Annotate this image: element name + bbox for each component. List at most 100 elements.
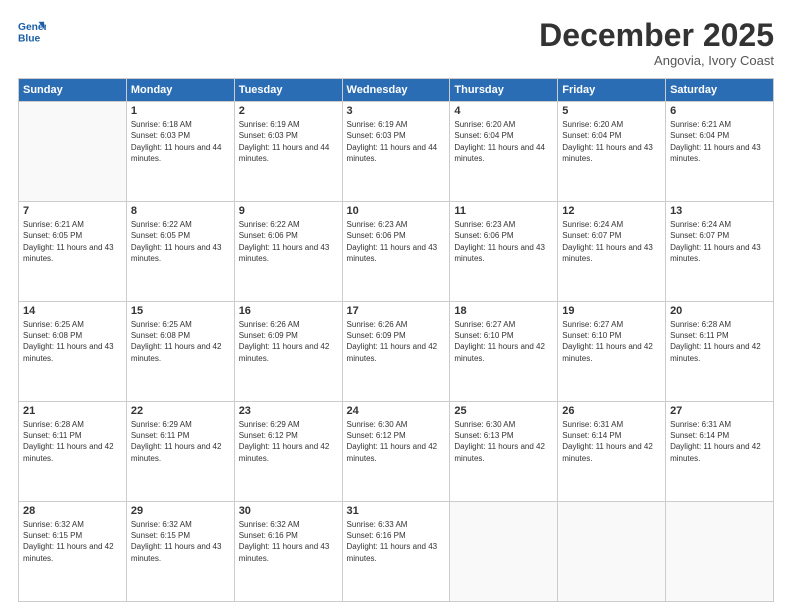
day-cell	[19, 102, 127, 202]
day-cell: 19 Sunrise: 6:27 AMSunset: 6:10 PMDayligh…	[558, 302, 666, 402]
week-row-4: 21 Sunrise: 6:28 AMSunset: 6:11 PMDayligh…	[19, 402, 774, 502]
day-cell: 28 Sunrise: 6:32 AMSunset: 6:15 PMDayligh…	[19, 502, 127, 602]
day-number: 19	[562, 305, 661, 317]
week-row-5: 28 Sunrise: 6:32 AMSunset: 6:15 PMDayligh…	[19, 502, 774, 602]
day-number: 8	[131, 205, 230, 217]
day-number: 27	[670, 405, 769, 417]
day-cell: 5 Sunrise: 6:20 AMSunset: 6:04 PMDaylight…	[558, 102, 666, 202]
day-info: Sunrise: 6:21 AMSunset: 6:04 PMDaylight:…	[670, 119, 769, 164]
week-row-1: 1 Sunrise: 6:18 AMSunset: 6:03 PMDaylight…	[19, 102, 774, 202]
day-info: Sunrise: 6:23 AMSunset: 6:06 PMDaylight:…	[347, 219, 446, 264]
day-info: Sunrise: 6:23 AMSunset: 6:06 PMDaylight:…	[454, 219, 553, 264]
day-cell: 29Sunrise: 6:32 AMSunset: 6:15 PMDayligh…	[126, 502, 234, 602]
month-title: December 2025	[539, 18, 774, 53]
day-info: Sunrise: 6:32 AMSunset: 6:16 PMDaylight:…	[239, 519, 338, 564]
day-number: 6	[670, 105, 769, 117]
day-info: Sunrise: 6:22 AMSunset: 6:06 PMDaylight:…	[239, 219, 338, 264]
day-info: Sunrise: 6:25 AMSunset: 6:08 PMDaylight:…	[131, 319, 230, 364]
day-cell: 16 Sunrise: 6:26 AMSunset: 6:09 PMDayligh…	[234, 302, 342, 402]
day-number: 17	[347, 305, 446, 317]
day-number: 9	[239, 205, 338, 217]
day-info: Sunrise: 6:30 AMSunset: 6:13 PMDaylight:…	[454, 419, 553, 464]
day-info: Sunrise: 6:18 AMSunset: 6:03 PMDaylight:…	[131, 119, 230, 164]
day-cell: 11 Sunrise: 6:23 AMSunset: 6:06 PMDayligh…	[450, 202, 558, 302]
day-info: Sunrise: 6:25 AMSunset: 6:08 PMDaylight:…	[23, 319, 122, 364]
day-info: Sunrise: 6:20 AMSunset: 6:04 PMDaylight:…	[562, 119, 661, 164]
day-number: 14	[23, 305, 122, 317]
day-info: Sunrise: 6:22 AMSunset: 6:05 PMDaylight:…	[131, 219, 230, 264]
day-info: Sunrise: 6:32 AMSunset: 6:15 PMDaylight:…	[23, 519, 122, 564]
weekday-header-row: SundayMondayTuesdayWednesdayThursdayFrid…	[19, 79, 774, 102]
day-number: 20	[670, 305, 769, 317]
day-info: Sunrise: 6:33 AMSunset: 6:16 PMDaylight:…	[347, 519, 446, 564]
weekday-header-wednesday: Wednesday	[342, 79, 450, 102]
day-info: Sunrise: 6:20 AMSunset: 6:04 PMDaylight:…	[454, 119, 553, 164]
day-number: 5	[562, 105, 661, 117]
day-number: 22	[131, 405, 230, 417]
logo: General Blue	[18, 18, 46, 46]
header: General Blue December 2025 Angovia, Ivor…	[18, 18, 774, 68]
day-info: Sunrise: 6:28 AMSunset: 6:11 PMDaylight:…	[670, 319, 769, 364]
day-cell: 10 Sunrise: 6:23 AMSunset: 6:06 PMDayligh…	[342, 202, 450, 302]
day-cell	[666, 502, 774, 602]
day-number: 21	[23, 405, 122, 417]
day-cell: 14 Sunrise: 6:25 AMSunset: 6:08 PMDayligh…	[19, 302, 127, 402]
week-row-3: 14 Sunrise: 6:25 AMSunset: 6:08 PMDayligh…	[19, 302, 774, 402]
day-cell	[558, 502, 666, 602]
day-cell: 26 Sunrise: 6:31 AMSunset: 6:14 PMDayligh…	[558, 402, 666, 502]
day-info: Sunrise: 6:27 AMSunset: 6:10 PMDaylight:…	[562, 319, 661, 364]
day-number: 1	[131, 105, 230, 117]
weekday-header-thursday: Thursday	[450, 79, 558, 102]
day-cell: 31 Sunrise: 6:33 AMSunset: 6:16 PMDayligh…	[342, 502, 450, 602]
day-cell: 2Sunrise: 6:19 AMSunset: 6:03 PMDaylight…	[234, 102, 342, 202]
day-cell: 25 Sunrise: 6:30 AMSunset: 6:13 PMDayligh…	[450, 402, 558, 502]
weekday-header-monday: Monday	[126, 79, 234, 102]
calendar-table: SundayMondayTuesdayWednesdayThursdayFrid…	[18, 78, 774, 602]
day-number: 23	[239, 405, 338, 417]
title-block: December 2025 Angovia, Ivory Coast	[539, 18, 774, 68]
day-cell: 12 Sunrise: 6:24 AMSunset: 6:07 PMDayligh…	[558, 202, 666, 302]
day-info: Sunrise: 6:27 AMSunset: 6:10 PMDaylight:…	[454, 319, 553, 364]
day-number: 7	[23, 205, 122, 217]
day-info: Sunrise: 6:31 AMSunset: 6:14 PMDaylight:…	[670, 419, 769, 464]
day-cell: 20 Sunrise: 6:28 AMSunset: 6:11 PMDayligh…	[666, 302, 774, 402]
day-number: 28	[23, 505, 122, 517]
day-number: 3	[347, 105, 446, 117]
day-cell: 6 Sunrise: 6:21 AMSunset: 6:04 PMDaylight…	[666, 102, 774, 202]
day-info: Sunrise: 6:21 AMSunset: 6:05 PMDaylight:…	[23, 219, 122, 264]
day-number: 10	[347, 205, 446, 217]
day-number: 2	[239, 105, 338, 117]
day-number: 15	[131, 305, 230, 317]
day-number: 25	[454, 405, 553, 417]
day-cell: 15 Sunrise: 6:25 AMSunset: 6:08 PMDayligh…	[126, 302, 234, 402]
day-cell: 4Sunrise: 6:20 AMSunset: 6:04 PMDaylight…	[450, 102, 558, 202]
day-info: Sunrise: 6:26 AMSunset: 6:09 PMDaylight:…	[239, 319, 338, 364]
location: Angovia, Ivory Coast	[539, 53, 774, 68]
day-cell: 9 Sunrise: 6:22 AMSunset: 6:06 PMDaylight…	[234, 202, 342, 302]
day-cell: 13Sunrise: 6:24 AMSunset: 6:07 PMDayligh…	[666, 202, 774, 302]
day-number: 31	[347, 505, 446, 517]
day-number: 12	[562, 205, 661, 217]
day-info: Sunrise: 6:26 AMSunset: 6:09 PMDaylight:…	[347, 319, 446, 364]
day-number: 16	[239, 305, 338, 317]
weekday-header-friday: Friday	[558, 79, 666, 102]
day-cell: 18 Sunrise: 6:27 AMSunset: 6:10 PMDayligh…	[450, 302, 558, 402]
day-cell: 17 Sunrise: 6:26 AMSunset: 6:09 PMDayligh…	[342, 302, 450, 402]
day-cell: 22Sunrise: 6:29 AMSunset: 6:11 PMDayligh…	[126, 402, 234, 502]
day-cell: 30 Sunrise: 6:32 AMSunset: 6:16 PMDayligh…	[234, 502, 342, 602]
logo-icon: General Blue	[18, 18, 46, 46]
day-number: 13	[670, 205, 769, 217]
day-number: 24	[347, 405, 446, 417]
day-cell: 8 Sunrise: 6:22 AMSunset: 6:05 PMDaylight…	[126, 202, 234, 302]
day-cell: 7 Sunrise: 6:21 AMSunset: 6:05 PMDaylight…	[19, 202, 127, 302]
day-cell: 3Sunrise: 6:19 AMSunset: 6:03 PMDaylight…	[342, 102, 450, 202]
day-cell: 21 Sunrise: 6:28 AMSunset: 6:11 PMDayligh…	[19, 402, 127, 502]
week-row-2: 7 Sunrise: 6:21 AMSunset: 6:05 PMDaylight…	[19, 202, 774, 302]
day-number: 30	[239, 505, 338, 517]
day-info: Sunrise: 6:24 AMSunset: 6:07 PMDaylight:…	[562, 219, 661, 264]
day-number: 26	[562, 405, 661, 417]
day-number: 18	[454, 305, 553, 317]
day-number: 11	[454, 205, 553, 217]
day-info: Sunrise: 6:31 AMSunset: 6:14 PMDaylight:…	[562, 419, 661, 464]
day-info: Sunrise: 6:28 AMSunset: 6:11 PMDaylight:…	[23, 419, 122, 464]
